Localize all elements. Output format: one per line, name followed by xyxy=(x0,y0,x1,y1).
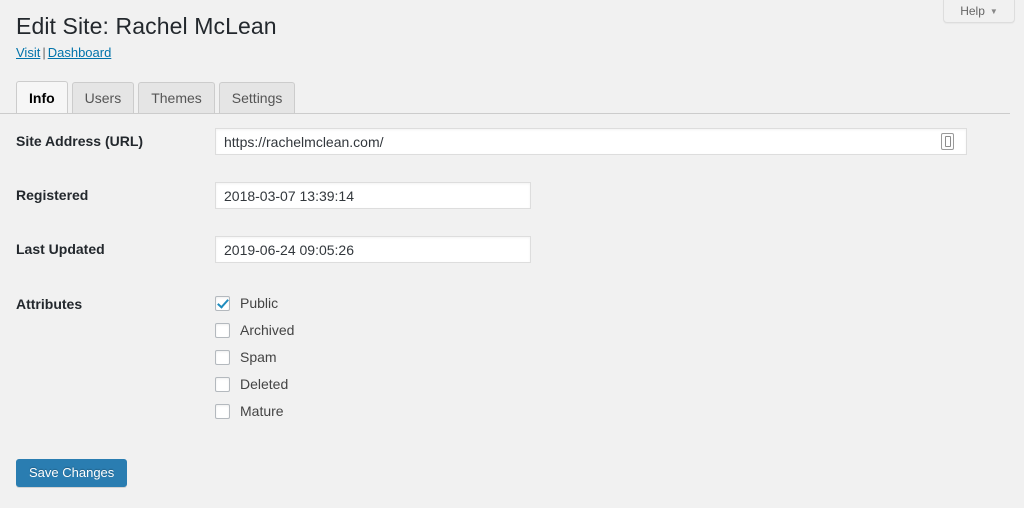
autofill-key-icon-inner xyxy=(944,136,951,147)
checkbox-spam[interactable] xyxy=(215,350,230,365)
form-row-attributes: Attributes Public Archived Spam Deleted … xyxy=(0,290,1024,425)
chevron-down-icon: ▼ xyxy=(989,7,998,16)
tab-settings[interactable]: Settings xyxy=(218,82,296,113)
attributes-checkbox-list: Public Archived Spam Deleted Mature xyxy=(215,290,294,425)
checkbox-archived[interactable] xyxy=(215,323,230,338)
help-tab-button[interactable]: Help ▼ xyxy=(943,0,1015,23)
autofill-key-icon[interactable] xyxy=(941,133,954,150)
link-separator: | xyxy=(42,45,46,60)
help-tab-label: Help xyxy=(960,4,985,18)
tab-bar: Info Users Themes Settings xyxy=(16,81,299,113)
save-changes-button[interactable]: Save Changes xyxy=(16,459,128,487)
checkbox-public[interactable] xyxy=(215,296,230,311)
last-updated-field xyxy=(215,236,531,263)
checkbox-mature[interactable] xyxy=(215,404,230,419)
last-updated-input[interactable] xyxy=(215,236,531,263)
tab-info[interactable]: Info xyxy=(16,81,68,113)
checkbox-row-archived[interactable]: Archived xyxy=(215,317,294,344)
checkbox-label-mature: Mature xyxy=(240,403,284,419)
site-info-form: Site Address (URL) Registered Last Updat… xyxy=(0,128,1024,425)
form-row-registered: Registered xyxy=(0,182,1024,236)
tab-themes[interactable]: Themes xyxy=(138,82,215,113)
checkbox-label-spam: Spam xyxy=(240,349,277,365)
attributes-label: Attributes xyxy=(16,296,83,312)
attributes-field: Public Archived Spam Deleted Mature xyxy=(215,290,294,425)
tab-users[interactable]: Users xyxy=(71,82,135,113)
checkbox-deleted[interactable] xyxy=(215,377,230,392)
site-links: Visit | Dashboard xyxy=(16,44,111,61)
site-address-input[interactable] xyxy=(215,128,967,155)
help-tab-container: Help ▼ xyxy=(943,0,1015,23)
site-address-field xyxy=(215,128,967,155)
checkbox-row-public[interactable]: Public xyxy=(215,290,294,317)
checkbox-row-mature[interactable]: Mature xyxy=(215,398,294,425)
registered-label: Registered xyxy=(16,187,89,203)
checkbox-row-spam[interactable]: Spam xyxy=(215,344,294,371)
last-updated-label: Last Updated xyxy=(16,241,105,257)
site-address-label: Site Address (URL) xyxy=(16,133,144,149)
visit-link[interactable]: Visit xyxy=(16,45,40,60)
checkbox-label-public: Public xyxy=(240,295,279,311)
dashboard-link[interactable]: Dashboard xyxy=(48,45,112,60)
checkbox-label-deleted: Deleted xyxy=(240,376,289,392)
form-row-last-updated: Last Updated xyxy=(0,236,1024,290)
submit-area: Save Changes xyxy=(16,459,128,487)
registered-field xyxy=(215,182,531,209)
checkbox-row-deleted[interactable]: Deleted xyxy=(215,371,294,398)
checkbox-label-archived: Archived xyxy=(240,322,295,338)
page-title: Edit Site: Rachel McLean xyxy=(16,13,277,39)
registered-input[interactable] xyxy=(215,182,531,209)
tab-divider xyxy=(0,113,1010,114)
form-row-site-address: Site Address (URL) xyxy=(0,128,1024,182)
